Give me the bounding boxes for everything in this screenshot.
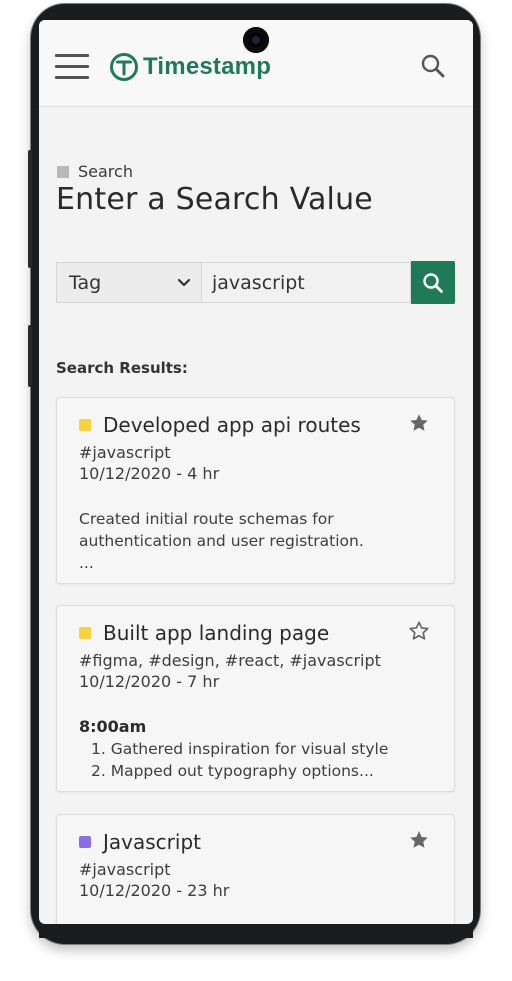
star-filled-icon[interactable] <box>408 412 430 434</box>
description-line: 2. Mapped out typography options... <box>91 762 374 780</box>
search-input[interactable]: javascript <box>202 262 411 303</box>
breadcrumb-label: Search <box>78 162 133 181</box>
page-title: Enter a Search Value <box>56 182 373 217</box>
card-header: Developed app api routes <box>79 413 361 437</box>
category-color-marker <box>79 836 91 848</box>
result-card[interactable]: Developed app api routes #javascript 10/… <box>56 397 455 584</box>
card-date: 10/12/2020 - 4 hr <box>79 464 220 483</box>
description-line: 1. Gathered inspiration for visual style <box>91 740 389 758</box>
card-tags: #javascript <box>79 443 171 462</box>
card-date: 10/12/2020 - 7 hr <box>79 672 220 691</box>
brand-name: Timestamp <box>143 53 272 80</box>
category-color-marker <box>79 627 91 639</box>
front-camera <box>243 27 269 53</box>
search-icon <box>423 272 443 293</box>
search-filter-select[interactable]: Tag <box>56 262 202 303</box>
app-screen: Timestamp Search Enter a Search Value Ta… <box>39 20 473 924</box>
description-line: authentication and user registration. <box>79 532 364 550</box>
brand-logo[interactable]: Timestamp <box>109 52 271 82</box>
breadcrumb-marker <box>57 165 69 178</box>
entry-time: 8:00am <box>79 717 147 736</box>
breadcrumb: Search <box>57 162 133 181</box>
chevron-down-icon <box>177 278 191 286</box>
card-header: Built app landing page <box>79 621 329 645</box>
search-input-value: javascript <box>212 271 305 294</box>
card-description: Created initial route schemas for authen… <box>79 508 439 574</box>
card-title: Built app landing page <box>103 621 330 645</box>
card-tags: #figma, #design, #react, #javascript <box>79 651 381 670</box>
card-description: 8:00am 1. Gathered inspiration for visua… <box>79 716 439 782</box>
card-date: 10/12/2020 - 23 hr <box>79 881 230 900</box>
result-card[interactable]: Javascript #javascript 10/12/2020 - 23 h… <box>56 814 455 924</box>
description-line: ... <box>79 554 94 572</box>
category-color-marker <box>79 419 91 431</box>
search-results-label: Search Results: <box>56 359 188 377</box>
star-outline-icon[interactable] <box>408 620 430 642</box>
search-filter-value: Tag <box>69 271 102 294</box>
search-submit-button[interactable] <box>411 261 455 304</box>
star-filled-icon[interactable] <box>408 829 430 851</box>
search-icon[interactable] <box>419 52 447 80</box>
card-title: Javascript <box>103 830 201 854</box>
search-bar: Tag javascript <box>56 261 455 305</box>
description-line: Created initial route schemas for <box>79 510 334 528</box>
card-tags: #javascript <box>79 860 171 879</box>
timestamp-logo-icon <box>110 53 138 81</box>
card-title: Developed app api routes <box>103 413 361 437</box>
result-card[interactable]: Built app landing page #figma, #design, … <box>56 605 455 792</box>
phone-side-button <box>28 325 32 387</box>
card-header: Javascript <box>79 830 201 854</box>
hamburger-menu-icon[interactable] <box>55 54 89 80</box>
phone-bottom-bezel <box>39 924 473 938</box>
phone-side-button <box>28 150 32 268</box>
